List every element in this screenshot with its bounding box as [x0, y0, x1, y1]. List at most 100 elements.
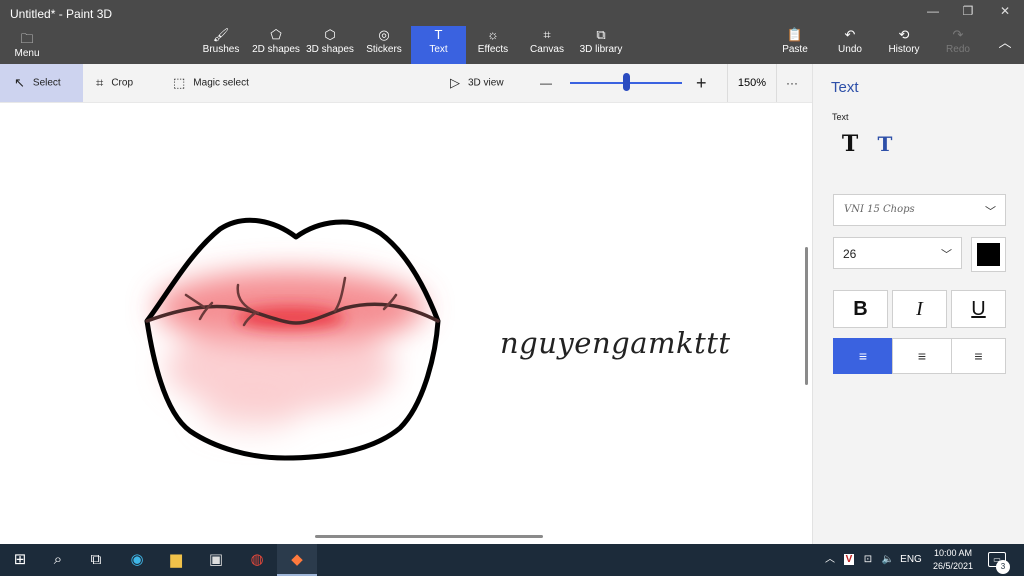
- minimize-button[interactable]: —: [918, 4, 948, 22]
- clipboard-icon: 📋: [786, 27, 804, 42]
- tab-label: 2D shapes: [252, 44, 300, 55]
- redo-label: Redo: [946, 44, 970, 55]
- undo-icon: ↶: [844, 27, 856, 42]
- edge-icon: ◉: [130, 551, 144, 568]
- drawing-canvas[interactable]: nguyengamkttt: [0, 103, 812, 544]
- 3d-view-toggle[interactable]: ▷ 3D view: [450, 64, 516, 102]
- chevron-down-icon: ﹀: [985, 206, 996, 218]
- network-icon[interactable]: ⊡: [861, 544, 875, 576]
- tab-3d-shapes[interactable]: ⬡ 3D shapes: [305, 26, 355, 64]
- brush-icon: 🖌: [212, 27, 230, 42]
- vietkey-tray-icon[interactable]: V: [842, 544, 856, 576]
- chevron-down-icon: ﹀: [941, 249, 952, 261]
- align-center-button[interactable]: ≡: [892, 338, 952, 374]
- lips-drawing: [144, 217, 441, 461]
- clock[interactable]: 10:00 AM 26/5/2021: [922, 547, 984, 573]
- zoom-in-button[interactable]: +: [696, 64, 712, 102]
- clock-time: 10:00 AM: [933, 548, 973, 558]
- redo-icon: ↷: [952, 27, 964, 42]
- menu-button[interactable]: 🗀 Menu: [8, 30, 46, 68]
- tab-stickers[interactable]: ◎ Stickers: [362, 26, 406, 64]
- lip-blush: [155, 270, 425, 433]
- zoom-level[interactable]: 150%: [727, 64, 777, 102]
- file-explorer-taskbar-button[interactable]: ▆: [156, 544, 196, 576]
- sun-icon: ☼: [487, 27, 499, 42]
- task-view-button[interactable]: ⧉: [76, 544, 116, 576]
- menu-label: Menu: [14, 48, 40, 59]
- panel-section-label: Text: [832, 112, 849, 122]
- crop-icon: ⌗: [96, 75, 104, 90]
- undo-label: Undo: [838, 44, 862, 55]
- italic-button[interactable]: I: [892, 290, 947, 328]
- bold-button[interactable]: B: [833, 290, 888, 328]
- font-family-value: VNI 15 Chops: [844, 204, 915, 215]
- font-size-value: 26: [843, 247, 857, 261]
- magic-select-icon: ⬚: [173, 75, 186, 90]
- start-button[interactable]: ⊞: [0, 544, 40, 576]
- horizontal-scrollbar[interactable]: [315, 535, 543, 538]
- text-color-picker[interactable]: [971, 237, 1006, 272]
- paint3d-taskbar-button[interactable]: ◆: [277, 544, 317, 576]
- volume-icon[interactable]: 🔈: [880, 544, 896, 576]
- zoom-slider-thumb[interactable]: [623, 73, 630, 91]
- maximize-button[interactable]: ❐: [953, 4, 983, 22]
- select-tool[interactable]: ↖ Select: [0, 64, 83, 102]
- tab-brushes[interactable]: 🖌 Brushes: [200, 26, 242, 64]
- chrome-taskbar-button[interactable]: ◍: [237, 544, 277, 576]
- close-button[interactable]: ✕: [990, 4, 1020, 22]
- paste-button[interactable]: 📋 Paste: [775, 26, 815, 64]
- 2d-text-icon[interactable]: T: [838, 132, 862, 156]
- zoom-out-button[interactable]: —: [540, 64, 554, 102]
- font-family-select[interactable]: VNI 15 Chops ﹀: [833, 194, 1006, 226]
- align-left-button[interactable]: ≡: [833, 338, 893, 374]
- tab-label: 3D library: [579, 44, 623, 55]
- canvas-text[interactable]: nguyengamkttt: [500, 326, 731, 360]
- 2d-shapes-icon: ⬠: [270, 27, 282, 42]
- align-right-button[interactable]: ≡: [951, 338, 1006, 374]
- cube-icon: ⬡: [324, 27, 336, 42]
- store-taskbar-button[interactable]: ▣: [196, 544, 236, 576]
- undo-button[interactable]: ↶ Undo: [830, 26, 870, 64]
- store-icon: ▣: [208, 551, 224, 568]
- redo-button[interactable]: ↷ Redo: [940, 26, 976, 64]
- tab-label: Brushes: [202, 44, 240, 55]
- tab-text[interactable]: T Text: [411, 26, 466, 64]
- tab-2d-shapes[interactable]: ⬠ 2D shapes: [250, 26, 302, 64]
- magic-select-tool[interactable]: ⬚ Magic select: [173, 64, 263, 102]
- paint3d-icon: ◆: [291, 551, 303, 568]
- font-size-select[interactable]: 26 ﹀: [833, 237, 962, 269]
- more-options-button[interactable]: ···: [786, 64, 802, 102]
- 3d-text-icon[interactable]: T: [873, 132, 897, 156]
- tab-canvas[interactable]: ⌗ Canvas: [526, 26, 568, 64]
- 3d-library-icon: ⧉: [596, 27, 606, 42]
- language-indicator[interactable]: ENG: [900, 544, 922, 576]
- sticker-icon: ◎: [378, 27, 390, 42]
- tab-3d-library[interactable]: ⧉ 3D library: [576, 26, 626, 64]
- search-button[interactable]: ⌕: [38, 544, 78, 576]
- 3d-view-icon: ▷: [450, 75, 460, 90]
- toolbar: ↖ Select ⌗ Crop ⬚ Magic select ▷ 3D view — +…: [0, 64, 812, 103]
- folder-icon: ▆: [170, 551, 182, 568]
- edge-taskbar-button[interactable]: ◉: [117, 544, 157, 576]
- tab-label: Canvas: [530, 44, 564, 55]
- history-label: History: [888, 44, 920, 55]
- vertical-scrollbar[interactable]: [805, 247, 808, 385]
- paste-label: Paste: [782, 44, 808, 55]
- tray-overflow-button[interactable]: ︿: [822, 544, 838, 576]
- clock-date: 26/5/2021: [932, 561, 974, 571]
- crop-tool[interactable]: ⌗ Crop: [96, 64, 156, 102]
- tab-label: Effects: [477, 44, 509, 55]
- tab-label: Text: [429, 44, 448, 55]
- tab-effects[interactable]: ☼ Effects: [472, 26, 514, 64]
- panel-title: Text: [831, 79, 859, 96]
- cursor-icon: ↖: [14, 75, 25, 90]
- search-icon: ⌕: [53, 551, 63, 568]
- tab-label: Stickers: [366, 44, 402, 55]
- 3d-view-label: 3D view: [468, 77, 504, 89]
- history-icon: ⟲: [898, 27, 910, 42]
- history-button[interactable]: ⟲ History: [884, 26, 924, 64]
- text-icon: T: [434, 27, 443, 42]
- folder-icon: 🗀: [20, 31, 34, 46]
- underline-button[interactable]: U: [951, 290, 1006, 328]
- magic-select-label: Magic select: [193, 77, 249, 89]
